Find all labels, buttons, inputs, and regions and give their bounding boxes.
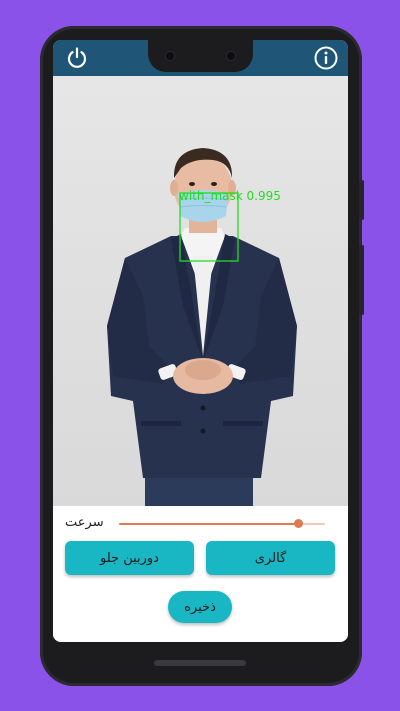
info-button[interactable] bbox=[312, 44, 340, 72]
phone-volume-key bbox=[359, 245, 364, 315]
controls-panel: سرعت دوربین جلو گالری ذخیره bbox=[53, 506, 348, 642]
front-camera-button[interactable]: دوربین جلو bbox=[65, 541, 194, 575]
slider-fill bbox=[119, 523, 299, 525]
camera-notch bbox=[148, 40, 253, 72]
home-indicator bbox=[154, 660, 246, 666]
detection-label: with_mask 0.995 bbox=[179, 189, 281, 203]
app-bar bbox=[53, 40, 348, 76]
phone-power-key bbox=[359, 180, 364, 220]
person-image bbox=[107, 148, 297, 506]
camera-preview: with_mask 0.995 bbox=[53, 76, 348, 506]
gallery-button[interactable]: گالری bbox=[206, 541, 335, 575]
app-screen: with_mask 0.995 سرعت دوربین جلو گالری ذخ… bbox=[53, 40, 348, 642]
power-icon bbox=[67, 47, 87, 68]
info-icon bbox=[314, 46, 338, 70]
save-button[interactable]: ذخیره bbox=[168, 591, 232, 623]
slider-thumb[interactable] bbox=[294, 519, 304, 528]
sensor-dot bbox=[227, 52, 235, 60]
speed-label: سرعت bbox=[65, 515, 104, 530]
power-button[interactable] bbox=[63, 44, 91, 72]
speed-slider[interactable] bbox=[119, 519, 325, 528]
front-camera-lens bbox=[166, 52, 174, 60]
